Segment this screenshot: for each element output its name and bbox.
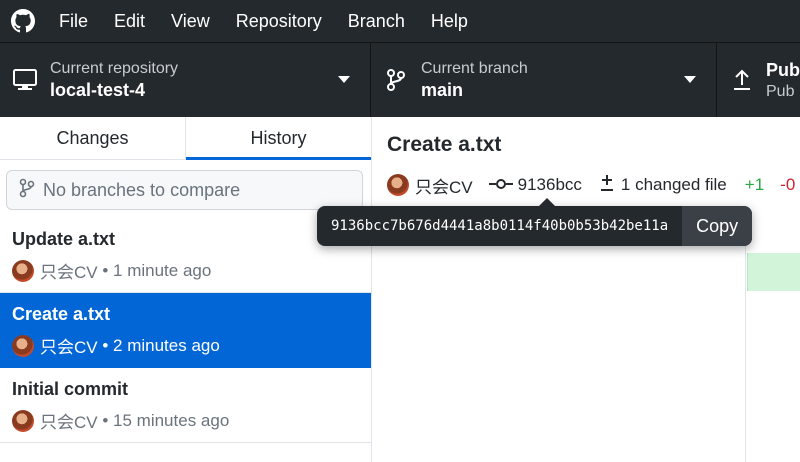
tab-bar: Changes History [0,117,371,160]
changed-files-count: 1 changed file [620,175,727,194]
commit-detail: Create a.txt 只会CV 9136bcc 1 changed file… [372,117,800,462]
menu-file[interactable]: File [46,0,101,42]
deletions-count: -0 [780,175,796,194]
branch-label: Current branch [421,59,528,77]
copy-sha-button[interactable]: Copy [682,206,753,246]
commit-title: Initial commit [12,379,129,399]
commit-author: 只会CV [40,263,98,282]
monitor-icon [0,68,50,92]
commit-title: Update a.txt [12,229,116,249]
commit-summary: 只会CV 9136bcc 1 changed file +1 -0 [387,173,795,197]
tab-changes[interactable]: Changes [0,117,186,159]
compare-placeholder: No branches to compare [43,179,241,200]
current-repository-button[interactable]: Current repository local-test-4 [0,43,371,117]
repo-name: local-test-4 [50,79,146,100]
avatar [12,334,34,357]
additions-count: +1 [744,175,765,194]
menu-repository[interactable]: Repository [223,0,335,42]
branch-name: main [421,79,464,100]
branch-compare-input[interactable]: No branches to compare [6,170,363,210]
commit-list-item[interactable]: Update a.txt 只会CV • 1 minute ago [0,218,371,293]
menu-edit[interactable]: Edit [101,0,158,42]
commit-detail-title: Create a.txt [387,133,502,156]
toolbar: Current repository local-test-4 Current … [0,42,800,117]
commit-author: 只会CV [40,413,98,432]
commit-list-item[interactable]: Create a.txt 只会CV • 2 minutes ago [0,293,371,368]
commit-list-item[interactable]: Initial commit 只会CV • 15 minutes ago [0,368,371,443]
diff-view [747,213,800,462]
history-sidebar: Changes History No branches to compare U… [0,117,372,462]
github-logo-icon [0,0,46,42]
avatar [12,259,34,282]
caret-down-icon [338,76,350,83]
menu-view[interactable]: View [158,0,223,42]
diff-added-line [747,253,800,291]
push-button[interactable]: Pub Pub [717,43,800,117]
commit-time: • 1 minute ago [102,260,212,280]
commit-author: 只会CV [415,177,473,197]
avatar [387,174,409,196]
commit-list: Update a.txt 只会CV • 1 minute ago Create … [0,218,371,443]
full-sha: 9136bcc7b676d4441a8b0114f40b0b53b42be11a [331,218,669,234]
upload-icon [717,68,766,92]
commit-time: • 2 minutes ago [102,335,220,355]
diff-icon [598,173,616,198]
commit-time: • 15 minutes ago [102,410,230,430]
push-sublabel: Pub [766,82,795,100]
tab-history[interactable]: History [186,117,371,160]
commit-author: 只会CV [40,338,98,357]
menu-help[interactable]: Help [418,0,481,42]
commit-sha[interactable]: 9136bcc [518,175,582,195]
branch-icon [371,68,421,92]
branch-icon [19,178,35,203]
avatar [12,409,34,432]
push-label: Pub [766,59,800,80]
menu-bar: File Edit View Repository Branch Help [0,0,800,42]
caret-down-icon [684,76,696,83]
commit-icon [488,175,513,195]
changed-file-list [372,213,746,462]
commit-title: Create a.txt [12,304,111,324]
sha-tooltip: 9136bcc7b676d4441a8b0114f40b0b53b42be11a… [317,198,753,246]
current-branch-button[interactable]: Current branch main [371,43,717,117]
menu-branch[interactable]: Branch [335,0,418,42]
repo-label: Current repository [50,59,179,77]
